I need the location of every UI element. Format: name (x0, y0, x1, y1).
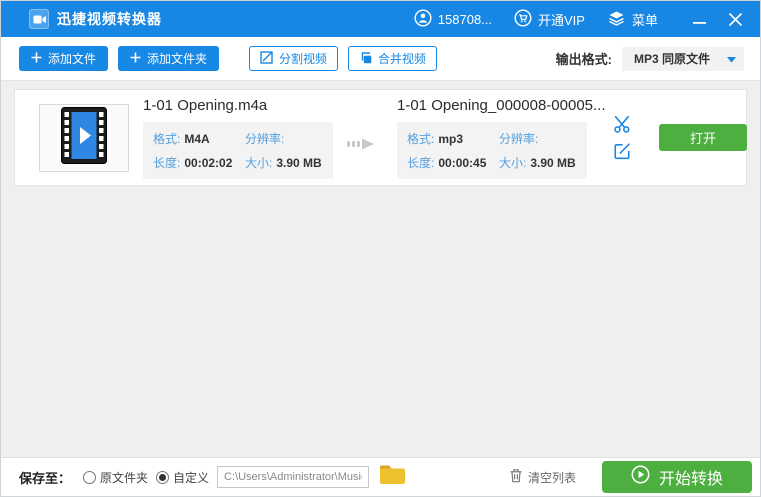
plus-icon (31, 52, 42, 66)
output-format-select[interactable]: MP3 同原文件 (622, 46, 744, 71)
user-id-label: 158708... (437, 11, 493, 27)
start-convert-button[interactable]: 开始转换 (602, 461, 752, 493)
output-size: 大小: 3.90 MB (499, 155, 576, 170)
radio-custom[interactable]: 自定义 (156, 469, 209, 486)
play-circle-icon (631, 465, 650, 489)
user-icon (414, 8, 432, 30)
cart-icon (514, 8, 532, 30)
file-list-area: 1-01 Opening.m4a 格式: M4A 分辨率: 长度: 00:02:02… (1, 81, 760, 457)
output-format-value: MP3 同原文件 (634, 52, 711, 66)
row-tools (613, 115, 631, 160)
titlebar-left: 迅捷视频转换器 (29, 9, 162, 29)
split-icon (260, 50, 273, 67)
vip-label: 开通VIP (538, 12, 585, 28)
merge-video-button[interactable]: 合并视频 (348, 46, 438, 71)
toolbar: 添加文件 添加文件夹 分割视频 合并视频 输出格式: MP3 同原文件 (1, 37, 760, 81)
split-video-label: 分割视频 (279, 52, 328, 66)
source-duration: 长度: 00:02:02 (153, 155, 233, 170)
convert-arrow-icon (347, 137, 375, 156)
plus-icon (130, 52, 141, 66)
output-file-block: 1-01 Opening_000008-00005... 格式: mp3 分辨率:… (397, 96, 606, 179)
titlebar-right: 158708... 开通VIP 菜单 (414, 8, 746, 30)
trash-icon (509, 468, 523, 486)
radio-original[interactable]: 原文件夹 (83, 469, 148, 486)
chevron-down-icon (727, 50, 736, 68)
app-logo-icon (29, 9, 49, 29)
output-resolution: 分辨率: (499, 131, 539, 146)
output-duration: 长度: 00:00:45 (407, 155, 487, 170)
clear-list-button[interactable]: 清空列表 (509, 468, 576, 486)
merge-video-label: 合并视频 (378, 52, 427, 66)
output-file-info: 格式: mp3 分辨率: 长度: 00:00:45 大小: 3.90 MB (397, 121, 587, 179)
browse-folder-button[interactable] (379, 464, 406, 490)
user-account-button[interactable]: 158708... (414, 8, 493, 30)
video-thumbnail (39, 103, 129, 172)
radio-original-label: 原文件夹 (100, 470, 149, 485)
save-path-input[interactable] (217, 466, 370, 488)
scissors-icon[interactable] (613, 115, 631, 133)
clear-list-label: 清空列表 (527, 470, 576, 485)
output-file-title: 1-01 Opening_000008-00005... (397, 96, 606, 114)
minimize-button[interactable] (688, 8, 710, 30)
add-folder-button[interactable]: 添加文件夹 (118, 46, 220, 71)
radio-original-circle[interactable] (83, 470, 97, 484)
output-format-area: 输出格式: MP3 同原文件 (555, 46, 744, 71)
radio-custom-label: 自定义 (173, 470, 210, 485)
source-format: 格式: M4A (153, 131, 210, 146)
source-resolution: 分辨率: (245, 131, 285, 146)
add-file-label: 添加文件 (48, 52, 97, 66)
app-title: 迅捷视频转换器 (57, 11, 162, 27)
save-to-label: 保存至： (19, 470, 72, 486)
close-button[interactable] (724, 8, 746, 30)
titlebar: 迅捷视频转换器 158708... 开通VIP 菜单 (1, 1, 760, 37)
layers-icon (607, 9, 626, 30)
source-size: 大小: 3.90 MB (245, 155, 322, 170)
add-file-button[interactable]: 添加文件 (19, 46, 109, 71)
film-strip-icon (61, 106, 107, 169)
app-window: 迅捷视频转换器 158708... 开通VIP 菜单 添加文件 添加文件夹 分割… (0, 0, 761, 497)
edit-icon[interactable] (613, 142, 631, 160)
menu-button[interactable]: 菜单 (607, 9, 658, 30)
source-file-block: 1-01 Opening.m4a 格式: M4A 分辨率: 长度: 00:02:02… (143, 97, 333, 179)
start-convert-label: 开始转换 (658, 471, 723, 488)
folder-icon (379, 464, 406, 490)
file-row: 1-01 Opening.m4a 格式: M4A 分辨率: 长度: 00:02:02… (14, 89, 747, 186)
bottombar: 保存至： 原文件夹 自定义 C:\Users\Administrator\Mus… (1, 457, 760, 496)
add-folder-label: 添加文件夹 (147, 52, 208, 66)
source-file-info: 格式: M4A 分辨率: 长度: 00:02:02 大小: 3.90 MB (143, 121, 333, 179)
vip-button[interactable]: 开通VIP (514, 8, 585, 30)
output-format-label: 输出格式: (555, 52, 612, 67)
menu-label: 菜单 (631, 12, 658, 28)
output-format: 格式: mp3 (407, 131, 464, 146)
radio-custom-circle[interactable] (156, 470, 170, 484)
window-controls (688, 8, 746, 30)
split-video-button[interactable]: 分割视频 (249, 46, 339, 71)
merge-icon (359, 51, 372, 67)
open-button[interactable]: 打开 (659, 124, 747, 151)
source-file-title: 1-01 Opening.m4a (143, 96, 268, 114)
